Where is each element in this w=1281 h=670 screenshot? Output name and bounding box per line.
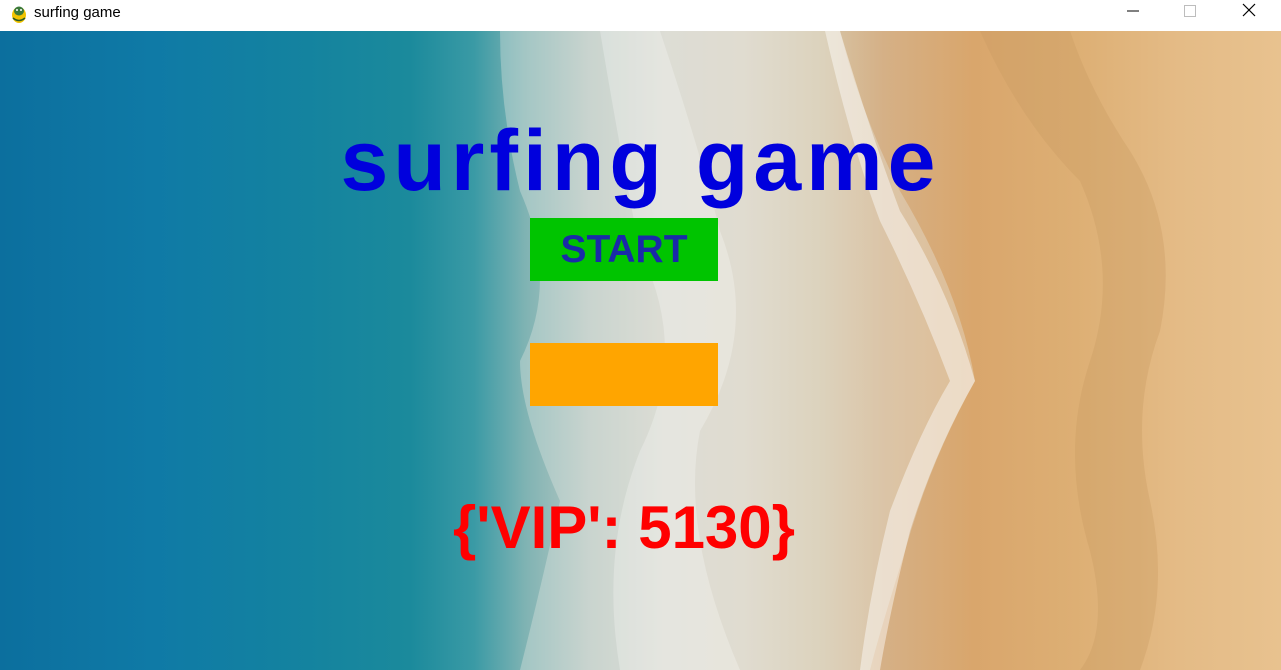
game-title: surfing game	[340, 113, 941, 209]
start-button[interactable]: START	[530, 218, 718, 281]
game-window: surfing game surfing game START {'VIP': …	[0, 0, 1281, 670]
title-bar[interactable]: surfing game	[0, 0, 1281, 31]
python-snake-icon	[9, 4, 29, 24]
orange-button[interactable]	[530, 343, 718, 406]
game-canvas[interactable]: surfing game START {'VIP': 5130}	[0, 31, 1281, 670]
window-title: surfing game	[34, 4, 121, 21]
maximize-button[interactable]	[1161, 0, 1218, 25]
vip-score-text: {'VIP': 5130}	[452, 494, 796, 561]
maximize-icon	[1183, 4, 1196, 22]
close-button[interactable]	[1220, 0, 1277, 25]
close-icon	[1242, 3, 1256, 22]
minimize-icon	[1126, 4, 1139, 22]
minimize-button[interactable]	[1104, 0, 1161, 25]
